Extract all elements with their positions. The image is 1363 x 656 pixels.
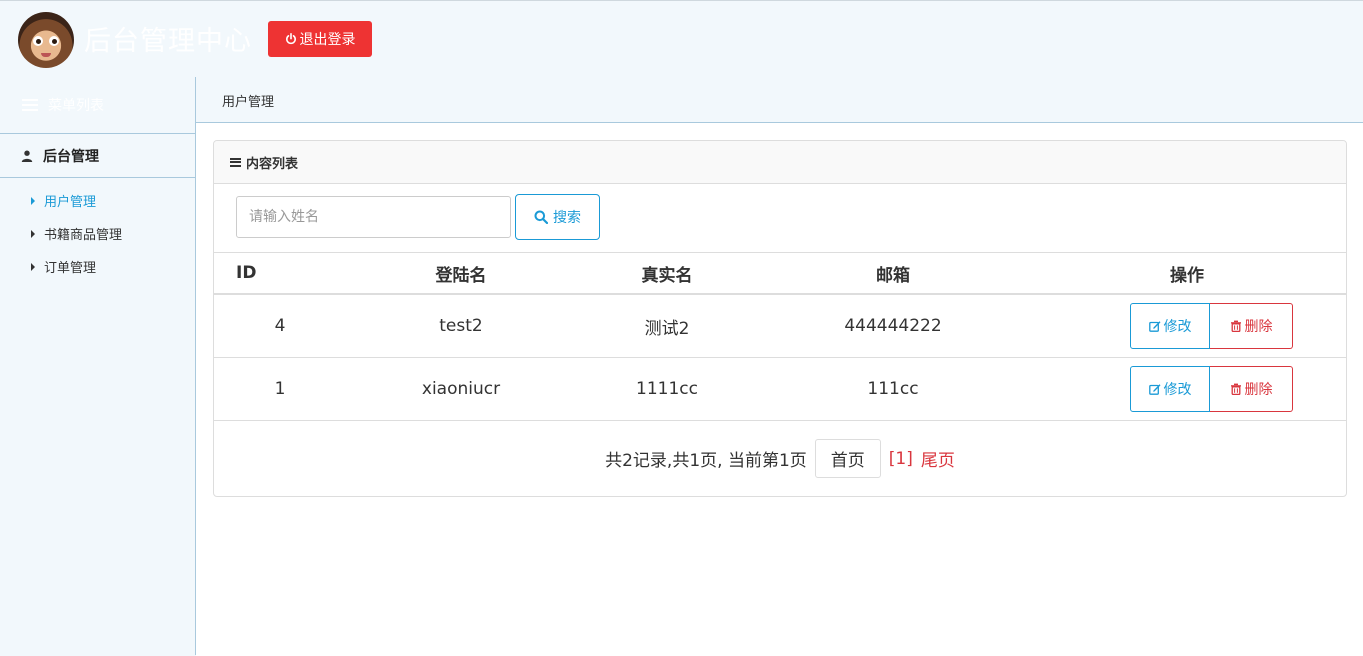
menu-title-label: 菜单列表 (48, 98, 104, 114)
sidebar-item-book-management[interactable]: 书籍商品管理 (31, 224, 122, 243)
column-header-login: 登陆名 (346, 253, 576, 295)
table-header-row: ID 登陆名 真实名 邮箱 操作 (214, 253, 1346, 295)
breadcrumb: 用户管理 (222, 95, 275, 110)
sidebar-item-label: 用户管理 (44, 195, 97, 210)
logout-label: 退出登录 (299, 32, 356, 48)
column-header-id: ID (214, 253, 346, 295)
cell-email: 444444222 (758, 294, 1028, 358)
delete-label: 删除 (1244, 382, 1273, 398)
caret-right-icon (31, 262, 35, 271)
edit-label: 修改 (1163, 382, 1192, 398)
app-title: 后台管理中心 (84, 26, 252, 57)
user-icon (21, 150, 33, 162)
trash-icon (1230, 383, 1241, 395)
cell-login: xiaoniucr (346, 357, 576, 421)
row-actions: 修改 删除 (1130, 366, 1293, 412)
delete-button[interactable]: 删除 (1210, 366, 1293, 412)
table-row: 4 test2 测试2 444444222 修改 删除 (214, 294, 1346, 358)
pagination-summary: 共2记录,共1页, 当前第1页 (605, 451, 807, 471)
sidebar-group-label: 后台管理 (43, 148, 99, 165)
logout-button[interactable]: 退出登录 (268, 21, 372, 57)
search-input[interactable] (236, 196, 511, 238)
delete-button[interactable]: 删除 (1210, 303, 1293, 349)
caret-right-icon (31, 196, 35, 205)
edit-button[interactable]: 修改 (1130, 303, 1210, 349)
edit-icon (1148, 321, 1160, 332)
caret-right-icon (31, 229, 35, 238)
column-header-email: 邮箱 (758, 253, 1028, 295)
column-header-realname: 真实名 (576, 253, 758, 295)
cell-login: test2 (346, 294, 576, 358)
search-icon (534, 210, 548, 224)
row-actions: 修改 删除 (1130, 303, 1293, 349)
sidebar-item-label: 订单管理 (44, 261, 97, 276)
cell-realname: 1111cc (576, 357, 758, 421)
sidebar: 菜单列表 后台管理 用户管理 书籍商品管理 订单管理 (0, 77, 196, 655)
first-page-button[interactable]: 首页 (814, 439, 881, 478)
menu-icon (22, 99, 38, 111)
panel-title: 内容列表 (246, 156, 299, 172)
last-page-link[interactable]: 尾页 (921, 446, 955, 471)
cell-actions: 修改 删除 (1028, 357, 1346, 421)
list-icon (230, 157, 241, 167)
search-bar: 搜索 (214, 184, 1346, 253)
sidebar-item-order-management[interactable]: 订单管理 (31, 257, 96, 276)
search-button-label: 搜索 (553, 210, 581, 226)
pagination: 共2记录,共1页, 当前第1页 首页 [1] 尾页 (214, 439, 1346, 478)
top-header: 后台管理中心 退出登录 (0, 1, 1363, 77)
cell-email: 111cc (758, 357, 1028, 421)
power-icon (285, 33, 296, 45)
edit-button[interactable]: 修改 (1130, 366, 1210, 412)
panel-header: 内容列表 (214, 141, 1346, 184)
trash-icon (1230, 320, 1241, 332)
content-panel: 内容列表 搜索 ID 登陆名 真实名 邮箱 操作 (213, 140, 1347, 497)
table-row: 1 xiaoniucr 1111cc 111cc 修改 删除 (214, 357, 1346, 421)
cell-id: 1 (214, 357, 346, 421)
cell-realname: 测试2 (576, 294, 758, 358)
user-avatar (18, 12, 74, 68)
menu-list-title: 菜单列表 (22, 95, 104, 115)
sidebar-item-user-management[interactable]: 用户管理 (31, 191, 96, 210)
cell-actions: 修改 删除 (1028, 294, 1346, 358)
user-table: ID 登陆名 真实名 邮箱 操作 4 test2 测试2 444444222 修… (214, 253, 1346, 421)
main-content: 内容列表 搜索 ID 登陆名 真实名 邮箱 操作 (196, 122, 1363, 656)
cell-id: 4 (214, 294, 346, 358)
edit-icon (1148, 384, 1160, 395)
sidebar-item-label: 书籍商品管理 (44, 228, 123, 243)
column-header-actions: 操作 (1028, 253, 1346, 295)
sidebar-group-admin[interactable]: 后台管理 (0, 133, 195, 178)
current-page-indicator: [1] (888, 448, 913, 469)
delete-label: 删除 (1244, 319, 1273, 335)
search-button[interactable]: 搜索 (515, 194, 600, 240)
edit-label: 修改 (1163, 319, 1192, 335)
